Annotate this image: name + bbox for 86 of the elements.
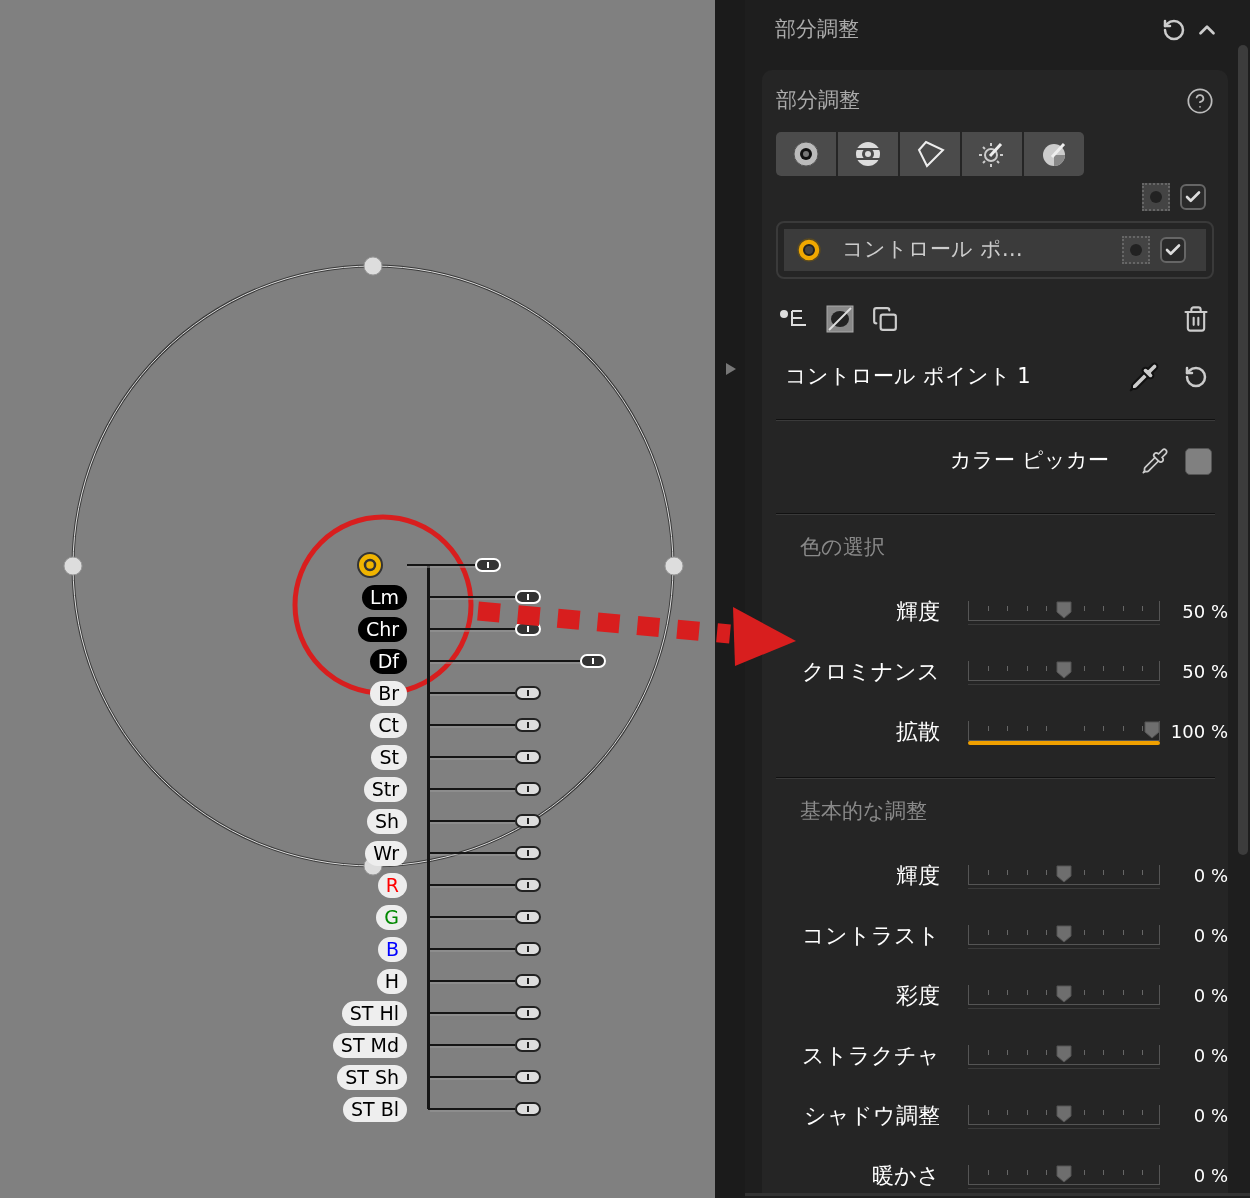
mask-icon[interactable] — [1122, 236, 1150, 264]
adjustment-label[interactable]: Ct — [370, 712, 407, 738]
adjustment-label[interactable]: G — [376, 904, 407, 930]
delete-icon[interactable] — [1182, 305, 1210, 333]
adjustment-label[interactable]: Df — [369, 648, 407, 674]
slider-label: シャドウ調整 — [804, 1101, 940, 1130]
slider-label: 輝度 — [896, 861, 940, 890]
slider-thumb[interactable] — [1056, 1105, 1072, 1123]
adjustment-label[interactable]: St — [371, 744, 407, 770]
tool-button[interactable] — [776, 132, 836, 176]
slider-track[interactable] — [968, 1165, 1160, 1185]
adjustment-label[interactable]: Wr — [365, 840, 407, 866]
panel-title: 部分調整 — [775, 16, 860, 44]
slider-thumb[interactable] — [1056, 925, 1072, 943]
checkbox[interactable] — [1180, 184, 1206, 210]
slider-label: コントラスト — [802, 921, 940, 950]
pie-pen-icon — [1040, 140, 1068, 168]
slider-value: 100 % — [1170, 719, 1228, 744]
slider-track[interactable] — [968, 985, 1160, 1005]
slider-thumb[interactable] — [1056, 1165, 1072, 1183]
adjustment-label[interactable]: ST Bl — [342, 1096, 407, 1122]
slider-thumb[interactable] — [1144, 721, 1160, 739]
slider-label: 暖かさ — [872, 1161, 940, 1190]
control-point-item[interactable]: コントロール ポ… — [784, 229, 1206, 271]
adjustment-label[interactable]: ST Md — [332, 1032, 407, 1058]
slider-thumb[interactable] — [1056, 1045, 1072, 1063]
card-title: 部分調整 — [776, 87, 861, 115]
control-point-name: コントロール ポ… — [842, 236, 1024, 264]
slider-track[interactable] — [968, 865, 1160, 885]
color-picker-label: カラー ピッカー — [950, 447, 1109, 475]
adjustment-label[interactable]: B — [377, 936, 407, 962]
slider-thumb[interactable] — [1056, 601, 1072, 619]
section-title: 基本的な調整 — [800, 798, 927, 826]
adjustment-label[interactable]: Str — [363, 776, 407, 802]
tool-button[interactable] — [1024, 132, 1084, 176]
slider-value: 0 % — [1193, 1043, 1228, 1068]
slider-value: 0 % — [1193, 1163, 1228, 1188]
striped-circle-icon — [854, 140, 882, 168]
adjustment-label[interactable]: Chr — [357, 616, 407, 642]
scrollbar-thumb[interactable] — [1238, 45, 1248, 855]
slider-track[interactable] — [968, 1105, 1160, 1125]
slider-track[interactable] — [968, 601, 1160, 621]
tool-button[interactable] — [900, 132, 960, 176]
mask-icon[interactable] — [1142, 183, 1170, 211]
slider-label: 彩度 — [896, 981, 940, 1010]
slider-value: 0 % — [1193, 983, 1228, 1008]
section-title: 色の選択 — [800, 534, 885, 562]
expand-arrow-icon[interactable] — [725, 362, 737, 376]
slider-track[interactable] — [968, 661, 1160, 681]
slider-track[interactable] — [968, 925, 1160, 945]
control-point-icon — [796, 237, 822, 263]
slider-value: 0 % — [1193, 1103, 1228, 1128]
slider-track[interactable] — [968, 1045, 1160, 1065]
mask-toggle-icon[interactable] — [826, 305, 854, 333]
adjustment-label[interactable]: Br — [370, 680, 407, 706]
checkbox[interactable] — [1160, 237, 1186, 263]
adjustment-label[interactable]: ST Sh — [337, 1064, 407, 1090]
duplicate-icon[interactable] — [872, 306, 898, 332]
adjustment-label[interactable]: ST Hl — [341, 1000, 407, 1026]
slider-thumb[interactable] — [1056, 865, 1072, 883]
adjustment-label[interactable]: Lm — [361, 584, 407, 610]
control-point-icon[interactable] — [356, 551, 384, 579]
help-icon[interactable] — [1186, 87, 1214, 115]
tool-button[interactable] — [838, 132, 898, 176]
slider-value: 0 % — [1193, 863, 1228, 888]
adjustment-label[interactable]: Sh — [366, 808, 407, 834]
eyedropper-icon[interactable] — [1141, 447, 1169, 475]
adjustment-label[interactable]: H — [376, 968, 407, 994]
reset-icon[interactable] — [1162, 18, 1186, 42]
control-point-title: コントロール ポイント 1 — [785, 363, 1032, 391]
slider-label: 拡散 — [896, 717, 940, 746]
slider-value: 50 % — [1182, 659, 1228, 684]
reset-icon[interactable] — [1184, 365, 1208, 389]
slider-value: 0 % — [1193, 923, 1228, 948]
slider-label: クロミナンス — [802, 657, 940, 686]
slider-thumb[interactable] — [1056, 985, 1072, 1003]
eyedropper-icon[interactable] — [1128, 361, 1160, 393]
control-point-tool-icon — [792, 140, 820, 168]
polygon-icon — [915, 140, 945, 168]
selection-circle[interactable] — [63, 256, 684, 876]
tool-button[interactable] — [962, 132, 1022, 176]
slider-label: 輝度 — [896, 597, 940, 626]
slider-thumb[interactable] — [1056, 661, 1072, 679]
slider-label: ストラクチャ — [802, 1041, 940, 1070]
slider-value: 50 % — [1182, 599, 1228, 624]
color-swatch[interactable] — [1185, 447, 1212, 475]
